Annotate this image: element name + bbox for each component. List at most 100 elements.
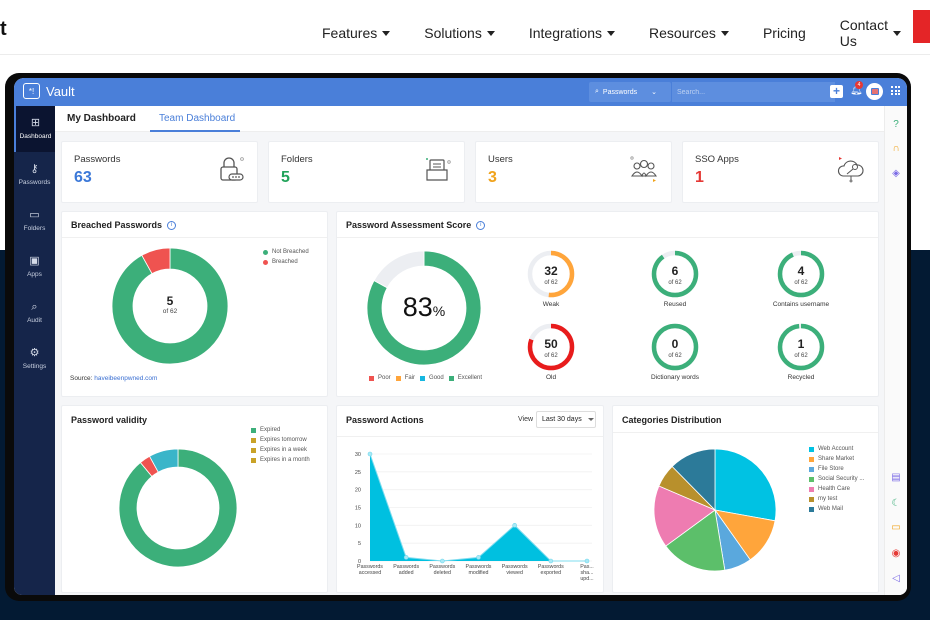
moon-icon[interactable]: ☾ — [890, 498, 902, 510]
metric-reused[interactable]: 6 of 62 Reused — [645, 250, 705, 308]
metric-label: Recycled — [787, 374, 815, 381]
legend-item[interactable]: Social Security ... — [809, 476, 864, 482]
metric-total: of 62 — [794, 353, 808, 359]
sidebar-item-apps[interactable]: ▣ Apps — [14, 244, 55, 290]
data-point — [367, 451, 373, 457]
metric-recycled[interactable]: 1 of 62 Recycled — [771, 323, 831, 381]
metric-value: 4 — [798, 264, 805, 278]
legend-item[interactable]: Web Account — [809, 446, 864, 452]
info-icon[interactable]: i — [476, 220, 486, 230]
monitor-chat-icon[interactable]: ▤ — [890, 472, 902, 484]
legend-swatch — [263, 249, 268, 255]
metric-dictionary-words[interactable]: 0 of 62 Dictionary words — [645, 323, 705, 381]
nav-item-pricing[interactable]: Pricing — [763, 17, 806, 49]
nav-item-label: Solutions — [424, 25, 482, 41]
app-topbar: *! Vault ⌕ Passwords ⌄ + 🔔︎ 4 — [14, 78, 907, 106]
legend-item[interactable]: Good — [420, 375, 444, 381]
stat-card-users[interactable]: Users 3 — [475, 141, 672, 203]
password-validity-card: Password validity Expired Expires tomorro… — [61, 405, 328, 593]
announcement-icon[interactable]: ◈ — [890, 168, 902, 180]
search-input[interactable] — [672, 82, 835, 102]
grid-icon: ⊞ — [30, 117, 41, 129]
stat-card-folders[interactable]: Folders 5 — [268, 141, 465, 203]
headset-icon[interactable]: ∩ — [890, 143, 902, 155]
sidebar-item-dashboard[interactable]: ⊞ Dashboard — [14, 106, 55, 152]
data-point — [512, 523, 517, 528]
x-tick-line: exported — [541, 570, 562, 576]
metric-old[interactable]: 50 of 62 Old — [521, 323, 581, 381]
stat-value: 63 — [74, 169, 92, 186]
legend-item[interactable]: Poor — [369, 375, 391, 381]
tab-team-dashboard[interactable]: Team Dashboard — [159, 113, 235, 124]
apps-grid-icon[interactable] — [891, 86, 900, 95]
nav-item-integrations[interactable]: Integrations — [529, 17, 616, 49]
legend-item[interactable]: Health Care — [809, 486, 864, 492]
legend-item[interactable]: Web Mail — [809, 506, 864, 512]
cta-button[interactable] — [913, 10, 930, 43]
legend-item[interactable]: Breached — [263, 259, 309, 265]
site-logo[interactable]: t — [0, 18, 7, 41]
sidebar-item-settings[interactable]: ⚙ Settings — [14, 336, 55, 382]
metric-ring: 6 of 62 — [651, 250, 699, 298]
app-brand[interactable]: *! Vault — [23, 83, 75, 99]
help-icon[interactable]: ? — [890, 119, 902, 131]
legend-item[interactable]: Not Breached — [263, 249, 309, 255]
info-icon[interactable]: i — [167, 220, 177, 230]
avatar[interactable] — [866, 83, 883, 100]
divider — [613, 432, 878, 433]
source-line: Source: haveibeenpwned.com — [70, 375, 157, 382]
webcam-icon[interactable]: ◉ — [890, 548, 902, 560]
nav-item-resources[interactable]: Resources — [649, 17, 729, 49]
breached-legend: Not Breached Breached — [263, 249, 309, 269]
view-label: View — [518, 416, 534, 423]
source-link[interactable]: haveibeenpwned.com — [94, 375, 157, 382]
legend-item[interactable]: Share Market — [809, 456, 864, 462]
search-scope-dropdown[interactable]: ⌕ Passwords ⌄ — [589, 82, 671, 102]
metric-contains-username[interactable]: 4 of 62 Contains username — [771, 250, 831, 308]
chat-bubble-icon[interactable]: ▭ — [890, 522, 902, 534]
legend-item[interactable]: my test — [809, 496, 864, 502]
legend-label: Social Security ... — [818, 476, 865, 482]
sidebar-item-folders[interactable]: ▭ Folders — [14, 198, 55, 244]
metric-value: 0 — [672, 337, 679, 351]
sidebar-item-passwords[interactable]: ⚷ Passwords — [14, 152, 55, 198]
notification-badge: 4 — [855, 81, 863, 89]
caret-down-icon — [382, 30, 391, 36]
dashboard-tabs: My Dashboard Team Dashboard — [55, 106, 884, 132]
send-icon[interactable]: ◁ — [890, 573, 902, 585]
legend-swatch — [420, 375, 426, 381]
legend-item[interactable]: Expires in a month — [251, 457, 310, 463]
tab-my-dashboard[interactable]: My Dashboard — [67, 113, 136, 124]
avatar-icon — [870, 88, 879, 95]
caret-down-icon — [587, 418, 594, 421]
legend-item[interactable]: Expires in a week — [251, 447, 310, 453]
add-button[interactable]: + — [830, 85, 843, 98]
score-value: 83 — [402, 292, 433, 322]
metric-weak[interactable]: 32 of 62 Weak — [521, 250, 581, 308]
legend-swatch — [251, 437, 256, 443]
breached-total: of 62 — [162, 308, 178, 315]
nav-item-solutions[interactable]: Solutions — [424, 17, 495, 49]
legend-item[interactable]: Excellent — [448, 375, 482, 381]
legend-item[interactable]: Expires tomorrow — [251, 437, 310, 443]
sidebar-item-audit[interactable]: ⌕ Audit — [14, 290, 55, 336]
metric-total: of 62 — [794, 280, 808, 286]
folder-doc-icon — [426, 158, 451, 181]
nav-item-contact-us[interactable]: Contact Us — [840, 17, 901, 49]
card-title-text: Breached Passwords — [71, 220, 163, 230]
cloud-key-icon — [837, 157, 864, 183]
nav-item-features[interactable]: Features — [322, 17, 391, 49]
card-title: Breached Passwords i — [71, 220, 177, 230]
legend-label: Expires in a month — [260, 457, 310, 463]
legend-item[interactable]: Expired — [251, 427, 310, 433]
stat-card-passwords[interactable]: Passwords 63 — [61, 141, 258, 203]
legend-item[interactable]: File Store — [809, 466, 864, 472]
x-tick-label: Passwords viewed — [502, 564, 528, 576]
data-point — [584, 558, 590, 564]
view-period-select[interactable]: Last 30 days — [536, 411, 596, 428]
legend-item[interactable]: Fair — [395, 375, 415, 381]
legend-swatch — [809, 456, 814, 462]
legend-label: Expired — [260, 427, 281, 433]
stat-card-sso-apps[interactable]: SSO Apps 1 — [682, 141, 879, 203]
caret-down-icon — [892, 30, 901, 36]
